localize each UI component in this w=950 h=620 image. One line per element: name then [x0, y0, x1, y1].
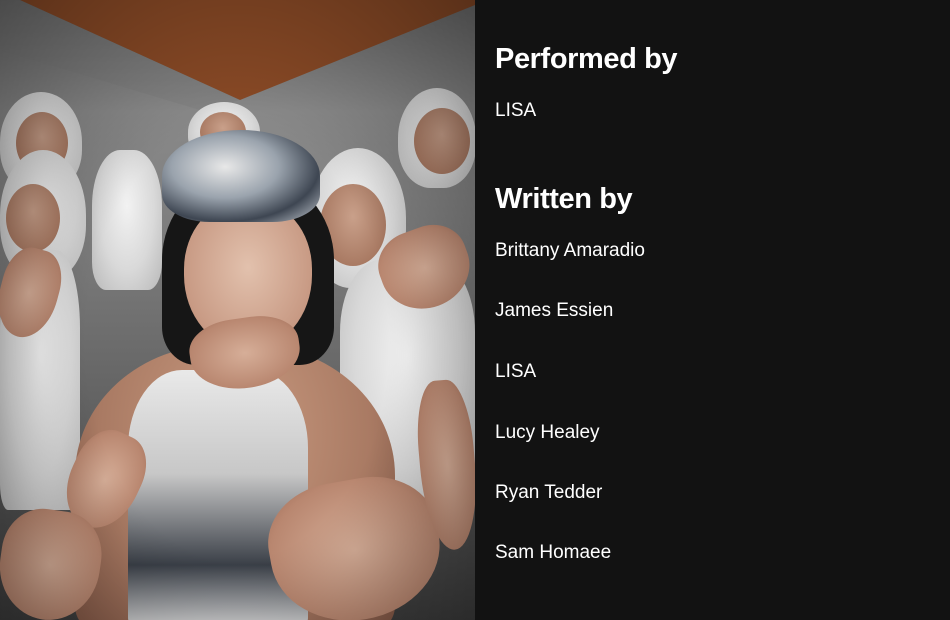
credit-writer[interactable]: James Essien [495, 299, 613, 323]
written-by-heading: Written by [495, 183, 633, 215]
credit-performer-lisa[interactable]: LISA [495, 99, 536, 123]
performed-by-heading: Performed by [495, 43, 678, 75]
credit-writer[interactable]: Ryan Tedder [495, 481, 602, 505]
artwork-image [0, 0, 475, 620]
credit-writer[interactable]: Brittany Amaradio [495, 239, 645, 263]
credit-writer[interactable]: LISA [495, 360, 536, 384]
song-credits-view: Performed by LISA Written by Brittany Am… [0, 0, 950, 620]
credit-writer[interactable]: Sam Homaee [495, 541, 611, 565]
credits-panel: Performed by LISA Written by Brittany Am… [475, 0, 950, 620]
vignette-overlay [0, 0, 475, 620]
credit-writer[interactable]: Lucy Healey [495, 421, 600, 445]
